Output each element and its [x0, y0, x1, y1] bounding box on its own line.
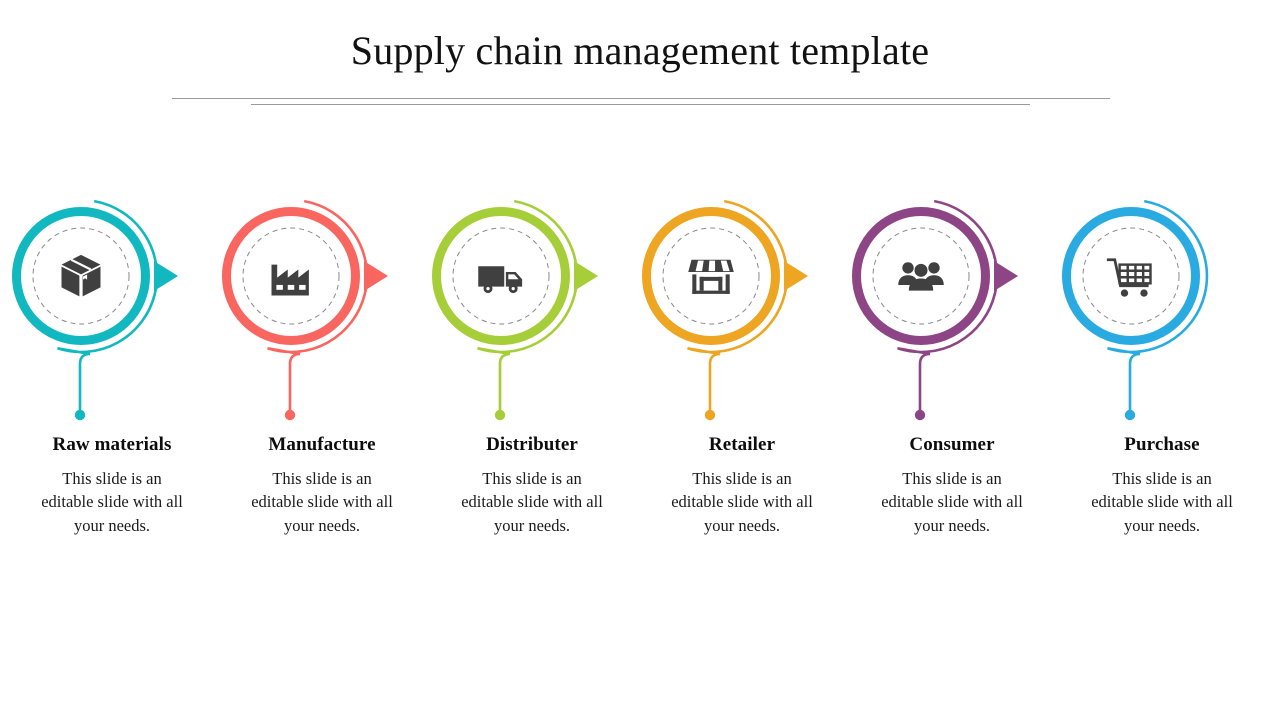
stage-text-block: Raw materials This slide is an editable s… — [7, 434, 217, 537]
stage-text-block: Distributer This slide is an editable sli… — [427, 434, 637, 537]
stage-title: Consumer — [909, 434, 995, 455]
box-stage-graphic — [7, 176, 217, 436]
stage-title: Retailer — [708, 434, 776, 455]
stage-title: Manufacture — [268, 434, 376, 455]
stage-description: This slide is an editable slide with all… — [881, 468, 1023, 535]
stage-text-block: Purchase This slide is an editable slide … — [1057, 434, 1267, 537]
shopping-cart-stage-graphic — [1057, 176, 1267, 436]
stage-title: Raw materials — [52, 434, 172, 455]
stage-title: Distributer — [486, 434, 578, 455]
supply-chain-stage[interactable]: Raw materials This slide is an editable s… — [7, 176, 217, 576]
truck-stage-graphic — [427, 176, 637, 436]
stage-description: This slide is an editable slide with all… — [41, 468, 183, 535]
supply-chain-stage[interactable]: Purchase This slide is an editable slide … — [1057, 176, 1267, 576]
stage-description: This slide is an editable slide with all… — [461, 468, 603, 535]
stage-title: Purchase — [1124, 434, 1200, 455]
stage-text-block: Retailer This slide is an editable slide … — [637, 434, 847, 537]
title-divider-lower — [251, 104, 1030, 105]
storefront-stage-graphic — [637, 176, 847, 436]
title-divider-upper — [172, 98, 1110, 99]
stage-description: This slide is an editable slide with all… — [671, 468, 813, 535]
stage-description: This slide is an editable slide with all… — [1091, 468, 1233, 535]
supply-chain-stage[interactable]: Consumer This slide is an editable slide … — [847, 176, 1057, 576]
factory-stage-graphic — [217, 176, 427, 436]
people-group-stage-graphic — [847, 176, 1057, 436]
stage-description: This slide is an editable slide with all… — [251, 468, 393, 535]
page-title: Supply chain management template — [350, 28, 930, 73]
supply-chain-stage[interactable]: Distributer This slide is an editable sli… — [427, 176, 637, 576]
supply-chain-stage[interactable]: Manufacture This slide is an editable sli… — [217, 176, 427, 576]
supply-chain-stage-row: Raw materials This slide is an editable s… — [0, 176, 1280, 576]
stage-text-block: Consumer This slide is an editable slide … — [847, 434, 1057, 537]
stage-text-block: Manufacture This slide is an editable sli… — [217, 434, 427, 537]
supply-chain-stage[interactable]: Retailer This slide is an editable slide … — [637, 176, 847, 576]
